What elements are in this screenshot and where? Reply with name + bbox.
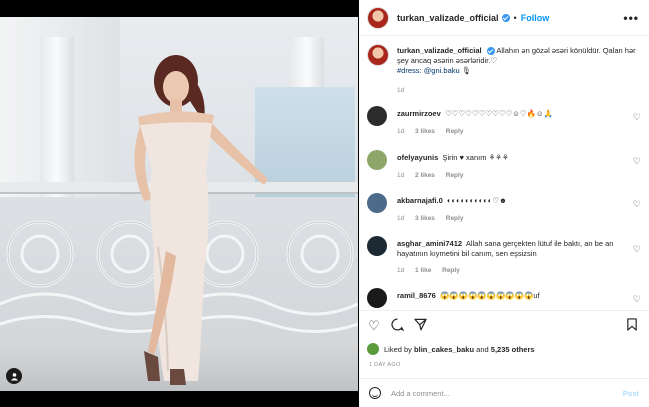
- separator-dot: •: [513, 12, 517, 23]
- comment-heart-icon[interactable]: ♡: [633, 156, 641, 167]
- comment-meta: 1d 3 likes Reply: [397, 215, 472, 222]
- post-dialog: turkan_valizade_official • Follow ••• tu…: [0, 0, 649, 407]
- posted-time[interactable]: 1 DAY AGO: [369, 362, 401, 368]
- comment-icon[interactable]: [391, 318, 405, 335]
- user-tag-icon[interactable]: [6, 368, 22, 384]
- comment-reply-button[interactable]: Reply: [446, 215, 464, 222]
- verified-badge-icon: [501, 13, 510, 22]
- likes-prefix: Liked by: [384, 344, 412, 354]
- commenter-username[interactable]: asghar_amini7412: [397, 239, 462, 248]
- comment-time[interactable]: 1d: [397, 215, 404, 222]
- commenter-avatar[interactable]: [367, 288, 387, 308]
- caption-mention[interactable]: @gni.baku: [424, 66, 460, 75]
- comment-heart-icon[interactable]: ♡: [633, 244, 641, 255]
- comment-likes[interactable]: 1 like: [415, 267, 431, 274]
- share-icon[interactable]: [414, 318, 427, 335]
- likes-and: and: [476, 344, 489, 354]
- heart-icon[interactable]: ♡: [368, 318, 380, 334]
- commenter-avatar[interactable]: [367, 106, 387, 126]
- comment-time[interactable]: 1d: [397, 172, 404, 179]
- commenter-avatar[interactable]: [367, 150, 387, 170]
- likes-count[interactable]: 5,235 others: [491, 345, 535, 354]
- commenter-username[interactable]: zaurmirzoev: [397, 109, 441, 118]
- add-comment-input[interactable]: [391, 388, 611, 398]
- caption-username[interactable]: turkan_valizade_official: [397, 46, 482, 55]
- comment-meta: 1d 2 likes Reply: [397, 172, 472, 179]
- more-options-icon[interactable]: •••: [623, 11, 639, 25]
- add-comment-bar: Post: [359, 378, 649, 407]
- post-image[interactable]: [0, 17, 358, 391]
- comment-text: ◐◐◐◐◐◐◐◐◐◐♡☻: [447, 196, 507, 205]
- commenter-avatar[interactable]: [367, 236, 387, 256]
- comment-heart-icon[interactable]: ♡: [633, 199, 641, 210]
- comment-likes[interactable]: 2 likes: [415, 172, 435, 179]
- caption-time[interactable]: 1d: [397, 86, 641, 96]
- bookmark-icon[interactable]: [626, 318, 638, 335]
- commenter-username[interactable]: akbarnajafi.0: [397, 196, 443, 205]
- woman-in-white-dress: [134, 55, 268, 385]
- emoji-icon[interactable]: [369, 387, 381, 399]
- commenter-username[interactable]: ofelyayunis: [397, 153, 438, 162]
- comment-text: Şirin ♥ xanım ⚘⚘⚘: [442, 153, 509, 162]
- caption-author-avatar[interactable]: [367, 44, 389, 66]
- comment-meta: 1d 3 likes Reply: [397, 128, 472, 135]
- comment-time[interactable]: 1d: [397, 267, 404, 274]
- post-header: turkan_valizade_official • Follow •••: [359, 0, 649, 36]
- author-avatar[interactable]: [367, 6, 389, 29]
- comment-heart-icon[interactable]: ♡: [633, 294, 641, 305]
- background-pillar: [40, 37, 74, 197]
- commenter-username[interactable]: ramil_8676: [397, 291, 436, 300]
- caption-emoji: 🎙: [461, 66, 472, 75]
- comment-text: 😱😱😱😱😱😱😱😱😱😱uf: [439, 291, 540, 300]
- comment-heart-icon[interactable]: ♡: [633, 112, 641, 123]
- comment-reply-button[interactable]: Reply: [442, 267, 460, 274]
- liker-username[interactable]: blin_cakes_baku: [414, 345, 474, 354]
- caption-hashtag[interactable]: #dress: [397, 66, 420, 75]
- liker-avatar[interactable]: [367, 343, 379, 355]
- post-actions-bar: ♡: [359, 310, 649, 340]
- verified-badge-icon: [486, 47, 495, 56]
- comment-reply-button[interactable]: Reply: [446, 172, 464, 179]
- comment-time[interactable]: 1d: [397, 128, 404, 135]
- comment-text: ♡♡♡♡♡♡♡♡♡♡☺♡🔥☺🙏: [444, 109, 553, 118]
- post-side-panel: turkan_valizade_official • Follow ••• tu…: [359, 0, 649, 407]
- author-username[interactable]: turkan_valizade_official: [397, 13, 499, 23]
- comment-likes[interactable]: 3 likes: [415, 215, 435, 222]
- comment-likes[interactable]: 3 likes: [415, 128, 435, 135]
- comments-list[interactable]: turkan_valizade_official Allahın ən gözə…: [359, 36, 649, 310]
- likes-summary[interactable]: Liked by blin_cakes_baku and 5,235 other…: [367, 343, 535, 355]
- follow-button[interactable]: Follow: [521, 13, 550, 23]
- comment-meta: 1d 1 like Reply: [397, 267, 469, 274]
- comment-reply-button[interactable]: Reply: [446, 128, 464, 135]
- commenter-avatar[interactable]: [367, 193, 387, 213]
- post-comment-button[interactable]: Post: [623, 389, 639, 398]
